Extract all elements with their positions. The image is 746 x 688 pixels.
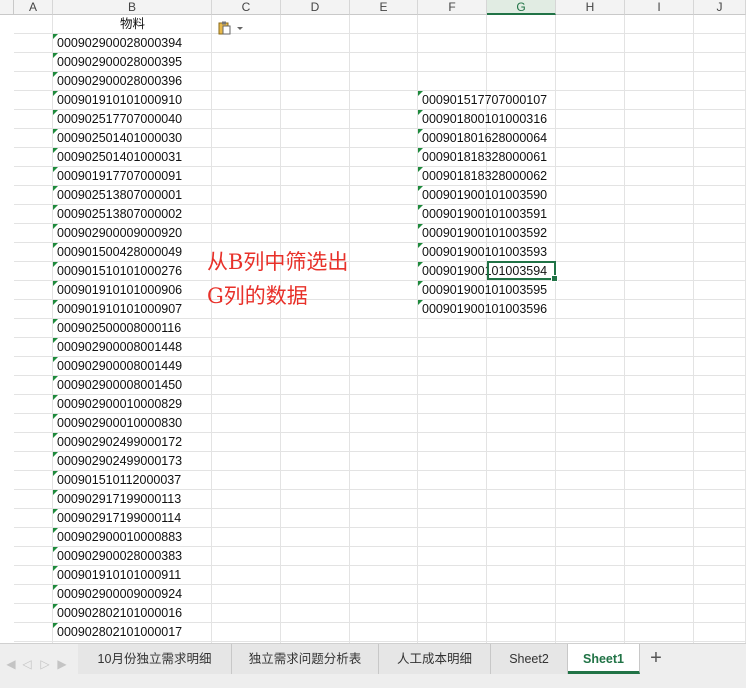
cell-b5[interactable]: 000901910101000910 [53, 91, 212, 110]
cell-b24[interactable]: 000902902499000173 [53, 452, 212, 471]
cell-b3[interactable]: 000902900028000395 [53, 53, 212, 72]
active-cell-selection[interactable] [487, 261, 558, 282]
sheet-tab-4[interactable]: Sheet2 [491, 644, 568, 674]
sheet-tab-2[interactable]: 独立需求问题分析表 [232, 644, 379, 674]
cell-b20[interactable]: 000902900008001450 [53, 376, 212, 395]
cell-b16[interactable]: 000901910101000907 [53, 300, 212, 319]
cell-b29[interactable]: 000902900028000383 [53, 547, 212, 566]
cell-f8[interactable]: 000901818328000061 [418, 148, 578, 167]
cell-b26[interactable]: 000902917199000113 [53, 490, 212, 509]
cell-f7[interactable]: 000901801628000064 [418, 129, 578, 148]
cell-b18[interactable]: 000902900008001448 [53, 338, 212, 357]
cell-b23[interactable]: 000902902499000172 [53, 433, 212, 452]
cell-f9[interactable]: 000901818328000062 [418, 167, 578, 186]
column-header-g[interactable]: G [487, 0, 556, 15]
annotation-line-2: G列的数据 [207, 284, 308, 308]
cell-f13[interactable]: 000901900101003593 [418, 243, 578, 262]
cell-b21[interactable]: 000902900010000829 [53, 395, 212, 414]
cell-b22[interactable]: 000902900010000830 [53, 414, 212, 433]
paste-options-button[interactable] [217, 21, 245, 35]
cell-b33[interactable]: 000902802101000017 [53, 623, 212, 642]
cell-f15[interactable]: 000901900101003595 [418, 281, 578, 300]
scroll-next-tab-icon[interactable]: ▷ [38, 657, 52, 671]
sheet-tab-bar: ◀ ◁ ▷ ▶ 10月份独立需求明细 独立需求问题分析表 人工成本明细 Sheet2 S… [0, 643, 746, 688]
column-header-e[interactable]: E [350, 0, 418, 15]
scroll-first-tab-icon[interactable]: ◀ [4, 657, 18, 671]
column-header-d[interactable]: D [281, 0, 350, 15]
cell-f5[interactable]: 000901517707000107 [418, 91, 578, 110]
cell-b11[interactable]: 000902513807000002 [53, 205, 212, 224]
cell-b13[interactable]: 000901500428000049 [53, 243, 212, 262]
cell-b12[interactable]: 000902900009000920 [53, 224, 212, 243]
cell-b32[interactable]: 000902802101000016 [53, 604, 212, 623]
annotation-line-1: 从B列中筛选出 [207, 250, 349, 274]
cell-b30[interactable]: 000901910101000911 [53, 566, 212, 585]
add-sheet-icon[interactable]: + [645, 646, 667, 670]
cell-b6[interactable]: 000902517707000040 [53, 110, 212, 129]
column-header-b[interactable]: B [53, 0, 212, 15]
cell-b19[interactable]: 000902900008001449 [53, 357, 212, 376]
cell-f12[interactable]: 000901900101003592 [418, 224, 578, 243]
scroll-last-tab-icon[interactable]: ▶ [55, 657, 69, 671]
cell-b2[interactable]: 000902900028000394 [53, 34, 212, 53]
cell-b4[interactable]: 000902900028000396 [53, 72, 212, 91]
sheet-tab-3[interactable]: 人工成本明细 [379, 644, 491, 674]
column-header-c[interactable]: C [212, 0, 281, 15]
cell-b17[interactable]: 000902500008000116 [53, 319, 212, 338]
cell-b27[interactable]: 000902917199000114 [53, 509, 212, 528]
cell-f10[interactable]: 000901900101003590 [418, 186, 578, 205]
cell-b25[interactable]: 000901510112000037 [53, 471, 212, 490]
cell-b8[interactable]: 000902501401000031 [53, 148, 212, 167]
cell-b28[interactable]: 000902900010000883 [53, 528, 212, 547]
cell-b15[interactable]: 000901910101000906 [53, 281, 212, 300]
select-all-corner[interactable] [0, 0, 14, 15]
column-header-j[interactable]: J [694, 0, 746, 15]
column-header-f[interactable]: F [418, 0, 487, 15]
column-header-i[interactable]: I [625, 0, 694, 15]
cell-b10[interactable]: 000902513807000001 [53, 186, 212, 205]
spreadsheet-grid[interactable]: ABCDEFGHIJ 物料 000902900028000394 00090290… [0, 0, 746, 643]
sheet-tab-5[interactable]: Sheet1 [568, 644, 640, 674]
column-header-a[interactable]: A [14, 0, 53, 15]
cell-b7[interactable]: 000902501401000030 [53, 129, 212, 148]
cell-f16[interactable]: 000901900101003596 [418, 300, 578, 319]
cell-b31[interactable]: 000902900009000924 [53, 585, 212, 604]
column-header-h[interactable]: H [556, 0, 625, 15]
header-cell-b1[interactable]: 物料 [53, 15, 212, 34]
cell-b9[interactable]: 000901917707000091 [53, 167, 212, 186]
cell-f6[interactable]: 000901800101000316 [418, 110, 578, 129]
sheet-tab-1[interactable]: 10月份独立需求明细 [78, 644, 232, 674]
scroll-prev-tab-icon[interactable]: ◁ [20, 657, 34, 671]
cell-f11[interactable]: 000901900101003591 [418, 205, 578, 224]
cell-b14[interactable]: 000901510101000276 [53, 262, 212, 281]
